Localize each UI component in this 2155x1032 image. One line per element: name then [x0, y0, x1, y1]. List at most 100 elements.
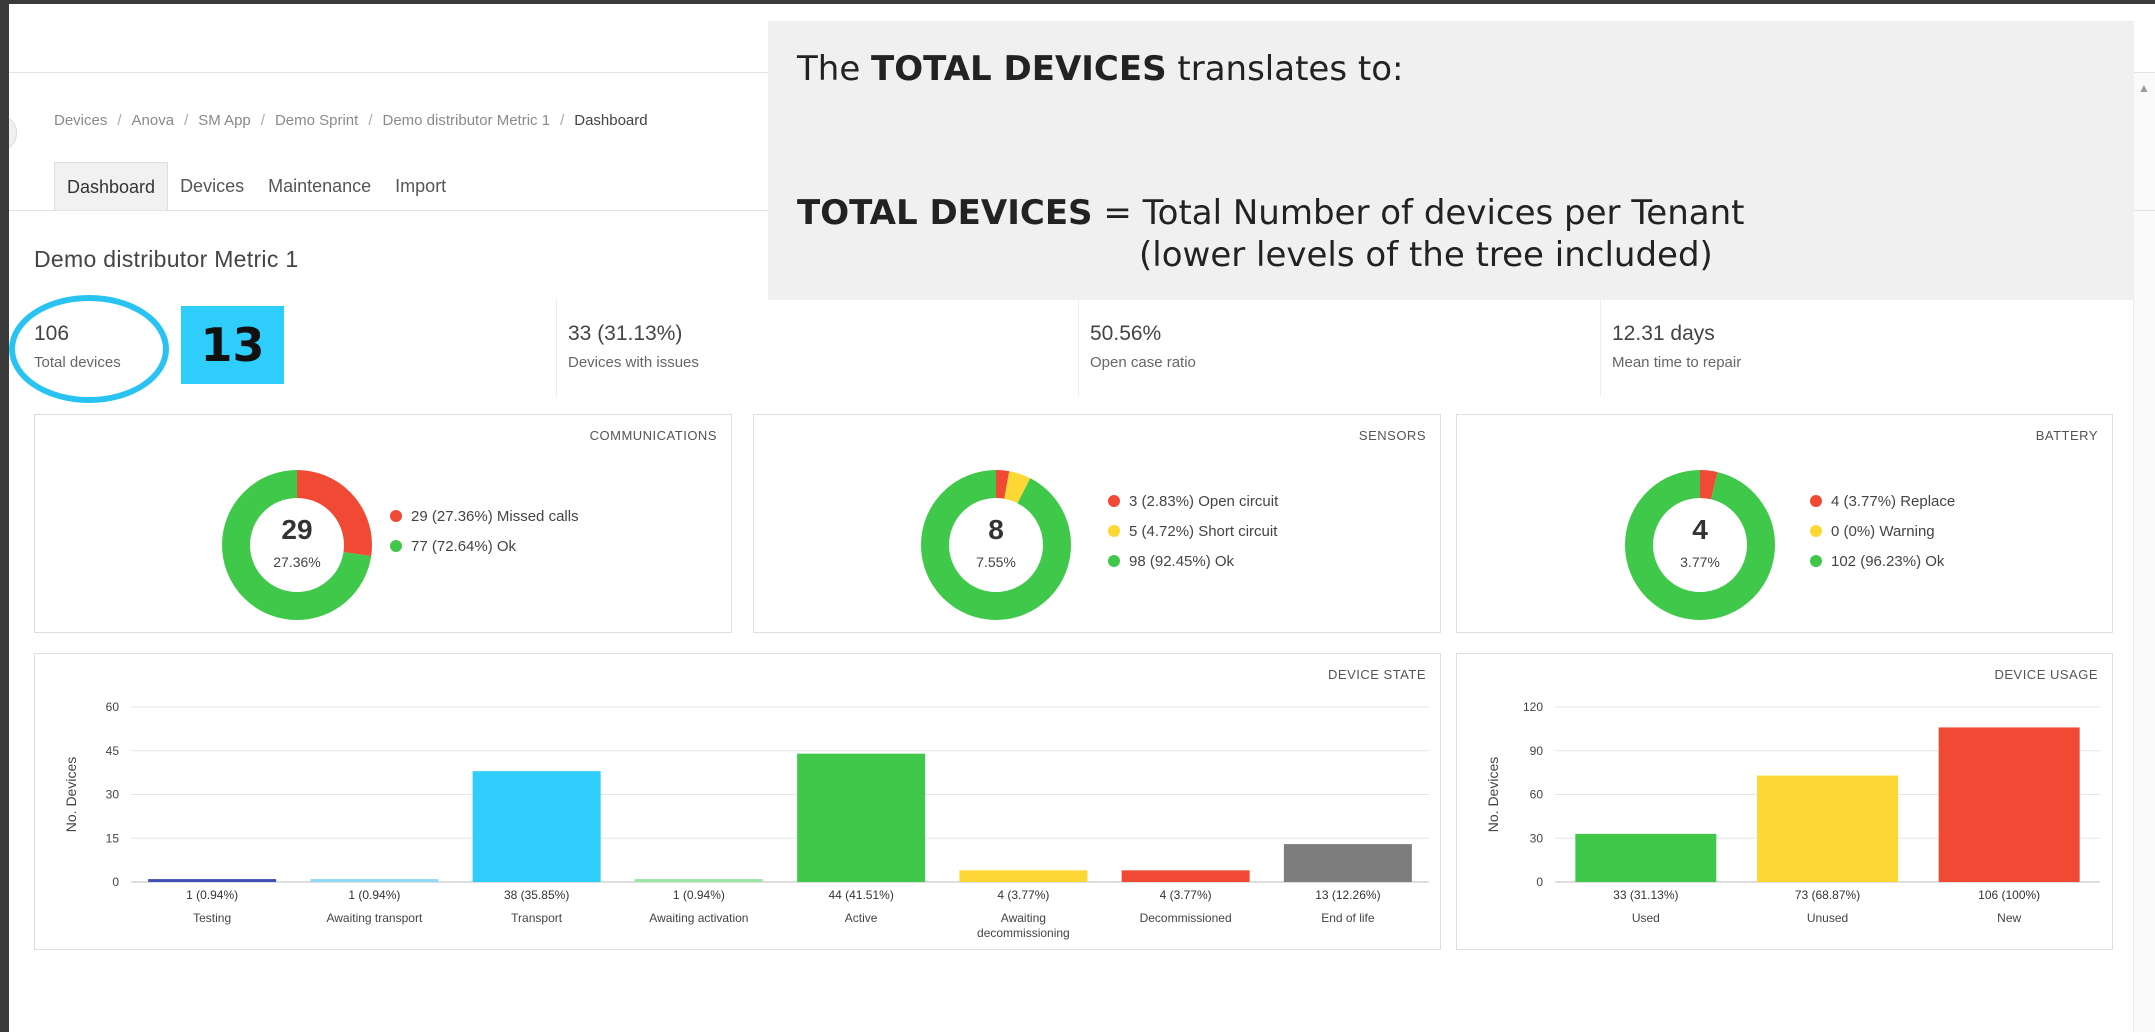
- bar-unused[interactable]: [1757, 775, 1898, 882]
- legend-item[interactable]: 77 (72.64%) Ok: [390, 531, 579, 561]
- legend-label: 77 (72.64%) Ok: [411, 537, 517, 555]
- note-text: The: [797, 49, 872, 89]
- bar-awaiting-activation[interactable]: [634, 879, 763, 882]
- kpi-devices-with-issues[interactable]: 33 (31.13%) Devices with issues: [568, 322, 699, 371]
- y-tick-label: 60: [106, 700, 120, 714]
- legend-dot-icon: [1108, 555, 1120, 567]
- x-category-label: Testing: [193, 911, 231, 925]
- legend-item[interactable]: 29 (27.36%) Missed calls: [390, 501, 579, 531]
- legend-label: 98 (92.45%) Ok: [1129, 552, 1235, 570]
- kpi-open-case-ratio[interactable]: 50.56% Open case ratio: [1090, 322, 1196, 371]
- y-axis-label: No. Devices: [1485, 757, 1501, 832]
- communications-legend: 29 (27.36%) Missed calls 77 (72.64%) Ok: [390, 501, 579, 561]
- bar-data-label: 106 (100%): [1978, 888, 2040, 902]
- bar-data-label: 1 (0.94%): [186, 888, 238, 902]
- sensors-donut: 8 7.55%: [921, 470, 1071, 620]
- communications-donut: 29 27.36%: [222, 470, 372, 620]
- y-tick-label: 30: [106, 788, 120, 802]
- legend-item[interactable]: 4 (3.77%) Replace: [1810, 486, 1955, 516]
- panel-title: SENSORS: [1358, 428, 1426, 443]
- bar-awaiting-decommissioning[interactable]: [959, 870, 1088, 882]
- bar-new[interactable]: [1938, 727, 2080, 882]
- page-title: Demo distributor Metric 1: [34, 246, 299, 272]
- breadcrumb-sm-app[interactable]: SM App: [198, 112, 251, 129]
- donut-center-value: 8: [988, 514, 1004, 545]
- note-text: translates to:: [1166, 49, 1404, 89]
- tab-import[interactable]: Import: [383, 162, 458, 211]
- breadcrumb-anova[interactable]: Anova: [132, 112, 175, 129]
- kpi-divider: [556, 300, 557, 396]
- legend-dot-icon: [1810, 525, 1822, 537]
- legend-label: 4 (3.77%) Replace: [1831, 492, 1956, 510]
- vertical-scrollbar[interactable]: [2133, 73, 2155, 1032]
- legend-dot-icon: [1108, 495, 1120, 507]
- legend-dot-icon: [1810, 495, 1822, 507]
- bar-testing[interactable]: [148, 879, 277, 882]
- y-tick-label: 90: [1530, 744, 1544, 758]
- kpi-value: 50.56%: [1090, 322, 1162, 345]
- breadcrumb-separator: /: [117, 112, 122, 129]
- legend-label: 0 (0%) Warning: [1831, 522, 1935, 540]
- bar-awaiting-transport[interactable]: [310, 879, 439, 882]
- bar-active[interactable]: [797, 753, 926, 882]
- bar-end-of-life[interactable]: [1283, 844, 1412, 882]
- battery-legend: 4 (3.77%) Replace 0 (0%) Warning 102 (96.2…: [1810, 486, 1955, 576]
- x-category-label: decommissioning: [977, 926, 1070, 940]
- breadcrumb-dashboard: Dashboard: [574, 112, 648, 129]
- legend-label: 5 (4.72%) Short circuit: [1129, 522, 1278, 540]
- sidebar-toggle-handle[interactable]: [9, 116, 17, 150]
- annotation-note: The TOTAL DEVICES translates to: TOTAL D…: [768, 21, 2134, 300]
- legend-item[interactable]: 3 (2.83%) Open circuit: [1108, 486, 1278, 516]
- kpi-divider: [1600, 300, 1601, 396]
- x-category-label: Awaiting activation: [649, 911, 748, 925]
- device-state-chart: 0 15 30 45 60 No. Devices 1 (0.94%) Testing 1 (0…: [63, 700, 1429, 940]
- breadcrumb-separator: /: [368, 112, 373, 129]
- bar-transport[interactable]: [472, 771, 601, 882]
- legend-dot-icon: [1810, 555, 1822, 567]
- donut-center-percent: 7.55%: [976, 554, 1016, 570]
- donut-center-value: 4: [1692, 514, 1708, 545]
- note-line-1: The TOTAL DEVICES translates to:: [797, 49, 2134, 89]
- x-category-label: Decommissioned: [1140, 911, 1232, 925]
- note-line-3: (lower levels of the tree included): [1139, 235, 1713, 275]
- breadcrumb-devices[interactable]: Devices: [54, 112, 107, 129]
- legend-label: 3 (2.83%) Open circuit: [1129, 492, 1279, 510]
- bar-decommissioned[interactable]: [1121, 870, 1250, 882]
- highlight-count-badge: 13: [181, 306, 284, 384]
- bar-data-label: 38 (35.85%): [504, 888, 569, 902]
- breadcrumb: Devices / Anova / SM App / Demo Sprint /…: [54, 112, 648, 129]
- note-text: = Total Number of devices per Tenant: [1092, 193, 1745, 233]
- device-usage-chart: 0 30 60 90 120 No. Devices 33 (31.13%) Used 73 (…: [1485, 700, 2100, 925]
- legend-item[interactable]: 98 (92.45%) Ok: [1108, 546, 1278, 576]
- kpi-mean-time-to-repair[interactable]: 12.31 days Mean time to repair: [1612, 322, 1741, 371]
- bar-data-label: 1 (0.94%): [348, 888, 400, 902]
- breadcrumb-demo-sprint[interactable]: Demo Sprint: [275, 112, 358, 129]
- note-line-2: TOTAL DEVICES = Total Number of devices …: [797, 193, 2134, 233]
- device-usage-panel: DEVICE USAGE 0 30 60 90 120 No. Devices 33 (31…: [1456, 653, 2113, 950]
- legend-label: 29 (27.36%) Missed calls: [411, 507, 579, 525]
- legend-item[interactable]: 0 (0%) Warning: [1810, 516, 1955, 546]
- breadcrumb-demo-distributor[interactable]: Demo distributor Metric 1: [383, 112, 551, 129]
- note-bold: TOTAL DEVICES: [797, 193, 1093, 233]
- bar-data-label: 4 (3.77%): [997, 888, 1049, 902]
- legend-item[interactable]: 102 (96.23%) Ok: [1810, 546, 1955, 576]
- panel-title: BATTERY: [2035, 428, 2098, 443]
- note-bold: TOTAL DEVICES: [871, 49, 1167, 89]
- tab-devices[interactable]: Devices: [168, 162, 256, 211]
- kpi-divider: [1078, 300, 1079, 396]
- x-category-label: Awaiting transport: [326, 911, 422, 925]
- tab-dashboard[interactable]: Dashboard: [54, 162, 169, 211]
- bar-used[interactable]: [1575, 833, 1717, 882]
- kpi-label: Mean time to repair: [1612, 354, 1742, 371]
- tab-maintenance[interactable]: Maintenance: [256, 162, 383, 211]
- scroll-up-arrow-icon[interactable]: ▲: [2133, 80, 2155, 96]
- bar-data-label: 73 (68.87%): [1795, 888, 1860, 902]
- kpi-value: 33 (31.13%): [568, 322, 683, 345]
- legend-label: 102 (96.23%) Ok: [1831, 552, 1945, 570]
- x-category-label: New: [1997, 911, 2021, 925]
- sensors-panel: SENSORS 8 7.55% 3 (2.83%) Open circuit 5 (4…: [753, 414, 1441, 633]
- donut-center-percent: 27.36%: [273, 554, 321, 570]
- device-state-panel: DEVICE STATE 0 15 30 45 60 No. Devices 1 (0.94…: [34, 653, 1441, 950]
- legend-item[interactable]: 5 (4.72%) Short circuit: [1108, 516, 1278, 546]
- y-tick-label: 15: [106, 831, 120, 845]
